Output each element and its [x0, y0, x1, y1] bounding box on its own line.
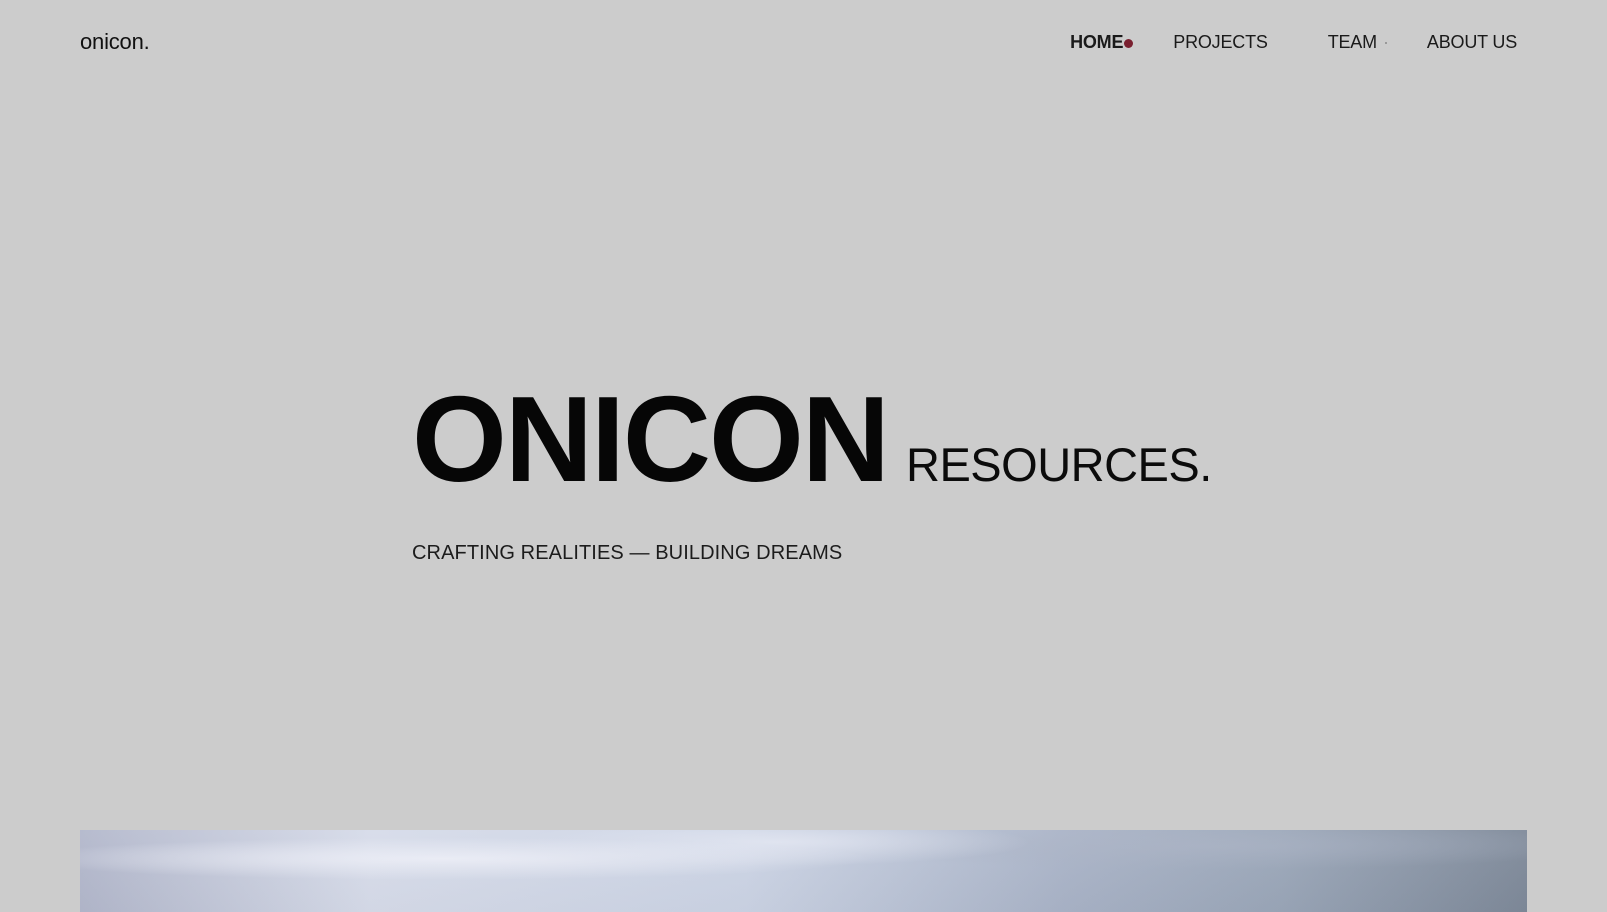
hover-indicator-dot-icon: [1384, 42, 1387, 44]
site-header: onicon. HOME PROJECTS TEAM ABOUT US: [0, 0, 1607, 86]
nav-item-home[interactable]: HOME: [1070, 32, 1134, 53]
main-navigation: HOME PROJECTS TEAM ABOUT US: [1070, 32, 1517, 53]
nav-item-about-us[interactable]: ABOUT US: [1427, 32, 1517, 53]
landing-page: onicon. HOME PROJECTS TEAM ABOUT US ONIC…: [0, 0, 1607, 912]
nav-item-team[interactable]: TEAM: [1327, 32, 1387, 53]
nav-item-about-us-label: ABOUT US: [1426, 32, 1517, 52]
hero-section: ONICON RESOURCES. CRAFTING REALITIES — B…: [412, 378, 1312, 565]
nav-item-projects-label: PROJECTS: [1173, 32, 1268, 52]
active-indicator-dot-icon: [1124, 39, 1134, 48]
hero-sky-image: [80, 830, 1527, 912]
site-logo[interactable]: onicon.: [80, 29, 150, 55]
nav-item-team-label: TEAM: [1327, 32, 1377, 52]
brand-subtitle: RESOURCES.: [906, 438, 1212, 491]
brand-main-title: ONICON: [412, 371, 890, 507]
hero-tagline: CRAFTING REALITIES — BUILDING DREAMS: [412, 542, 843, 564]
nav-item-projects[interactable]: PROJECTS: [1173, 32, 1268, 53]
nav-item-home-label: HOME: [1070, 32, 1124, 52]
hero-title: ONICON RESOURCES.: [412, 378, 1312, 500]
